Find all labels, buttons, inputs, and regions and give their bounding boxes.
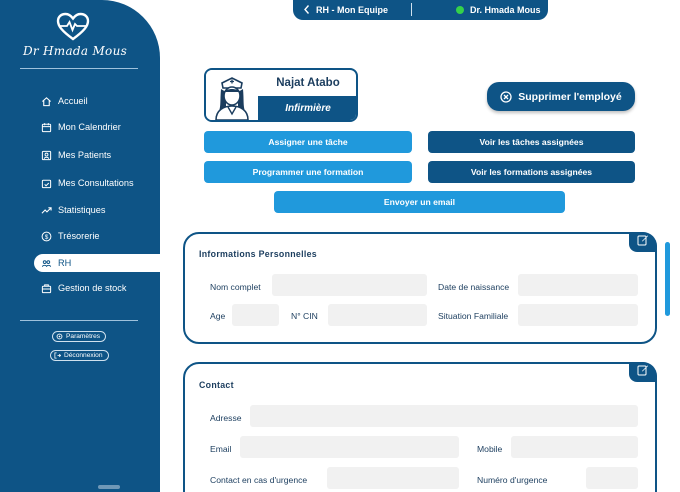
email-field[interactable] — [240, 436, 459, 458]
delete-employee-label: Supprimer l'employé — [518, 90, 622, 103]
birth-date-field[interactable] — [518, 274, 638, 296]
logout-link[interactable]: Déconnexion — [50, 350, 109, 361]
sidebar-item-label: Mes Patients — [58, 150, 112, 160]
age-field[interactable] — [232, 304, 279, 326]
sidebar-item-accueil[interactable]: Accueil — [34, 92, 160, 110]
send-email-button[interactable]: Envoyer un email — [274, 191, 565, 213]
full-name-field[interactable] — [272, 274, 427, 296]
consultations-icon — [40, 177, 52, 189]
dollar-icon: $ — [40, 230, 52, 242]
gear-icon — [56, 333, 63, 340]
logout-label: Déconnexion — [64, 352, 103, 359]
sidebar-item-label: RH — [58, 258, 72, 268]
box-icon — [40, 282, 52, 294]
team-icon — [40, 257, 52, 269]
settings-link[interactable]: Paramètres — [52, 331, 107, 342]
edit-contact-button[interactable] — [629, 362, 657, 382]
settings-label: Paramètres — [66, 333, 101, 340]
full-name-label: Nom complet — [210, 282, 261, 292]
sidebar-item-label: Accueil — [58, 96, 88, 106]
personal-info-panel: Informations Personnelles Nom complet Da… — [183, 232, 657, 344]
sidebar-item-calendrier[interactable]: Mon Calendrier — [34, 118, 160, 136]
topbar-divider — [411, 3, 412, 16]
current-user: Dr. Hmada Mous — [470, 5, 541, 15]
patients-icon — [40, 149, 52, 161]
family-status-label: Situation Familiale — [438, 311, 509, 321]
sidebar-divider — [20, 320, 138, 321]
address-label: Adresse — [210, 413, 242, 423]
emergency-number-label: Numéro d'urgence — [477, 475, 548, 485]
logout-icon — [54, 352, 61, 359]
sidebar-divider — [20, 68, 138, 69]
edit-icon — [637, 363, 649, 381]
heart-pulse-icon — [56, 12, 90, 42]
employee-card: Najat Atabo Infirmière — [204, 68, 358, 122]
edit-personal-button[interactable] — [629, 232, 657, 252]
sidebar: Dr Hmada Mous Accueil Mon Calendrier Mes… — [0, 0, 160, 492]
age-label: Age — [210, 311, 226, 321]
nurse-avatar-icon — [206, 70, 258, 120]
calendar-icon — [40, 121, 52, 133]
mobile-label: Mobile — [477, 444, 503, 454]
address-field[interactable] — [250, 405, 638, 427]
chevron-left-icon[interactable] — [303, 4, 311, 17]
sidebar-item-label: Mes Consultations — [58, 178, 134, 188]
close-circle-icon — [500, 90, 512, 103]
page-title: RH - Mon Equipe — [316, 5, 388, 15]
home-icon — [40, 95, 52, 107]
sidebar-item-tresorerie[interactable]: $ Trésorerie — [34, 227, 160, 245]
employee-name: Najat Atabo — [276, 77, 340, 89]
brand-name: Dr Hmada Mous — [22, 44, 128, 58]
assign-task-button[interactable]: Assigner une tâche — [204, 131, 412, 153]
schedule-training-button[interactable]: Programmer une formation — [204, 161, 412, 183]
top-bar: RH - Mon Equipe Dr. Hmada Mous — [293, 0, 548, 20]
panel-title: Contact — [199, 380, 234, 390]
cin-field[interactable] — [328, 304, 427, 326]
emergency-contact-field[interactable] — [327, 467, 459, 489]
employee-role: Infirmière — [258, 96, 356, 120]
sidebar-item-stock[interactable]: Gestion de stock — [34, 279, 160, 297]
panel-title: Informations Personnelles — [199, 249, 317, 259]
home-indicator — [98, 485, 120, 489]
view-trainings-button[interactable]: Voir les formations assignées — [428, 161, 635, 183]
sidebar-item-label: Mon Calendrier — [58, 122, 121, 132]
sidebar-item-rh[interactable]: RH — [34, 254, 160, 272]
email-label: Email — [210, 444, 232, 454]
cin-label: N° CIN — [291, 311, 318, 321]
sidebar-item-statistiques[interactable]: Statistiques — [34, 201, 160, 219]
sidebar-item-label: Statistiques — [58, 205, 106, 215]
svg-text:$: $ — [44, 233, 48, 240]
trend-icon — [40, 204, 52, 216]
edit-icon — [637, 233, 649, 251]
family-status-field[interactable] — [518, 304, 638, 326]
scrollbar-thumb[interactable] — [665, 242, 670, 316]
delete-employee-button[interactable]: Supprimer l'employé — [487, 82, 635, 111]
online-status-dot — [456, 6, 464, 14]
sidebar-item-consultations[interactable]: Mes Consultations — [34, 174, 160, 192]
sidebar-item-patients[interactable]: Mes Patients — [34, 146, 160, 164]
birth-date-label: Date de naissance — [438, 282, 510, 292]
view-tasks-button[interactable]: Voir les tâches assignées — [428, 131, 635, 153]
contact-panel: Contact Adresse Email Mobile Contact en … — [183, 362, 657, 492]
sidebar-item-label: Gestion de stock — [58, 283, 127, 293]
mobile-field[interactable] — [511, 436, 638, 458]
emergency-contact-label: Contact en cas d'urgence — [210, 475, 308, 485]
sidebar-item-label: Trésorerie — [58, 231, 100, 241]
emergency-number-field[interactable] — [586, 467, 638, 489]
